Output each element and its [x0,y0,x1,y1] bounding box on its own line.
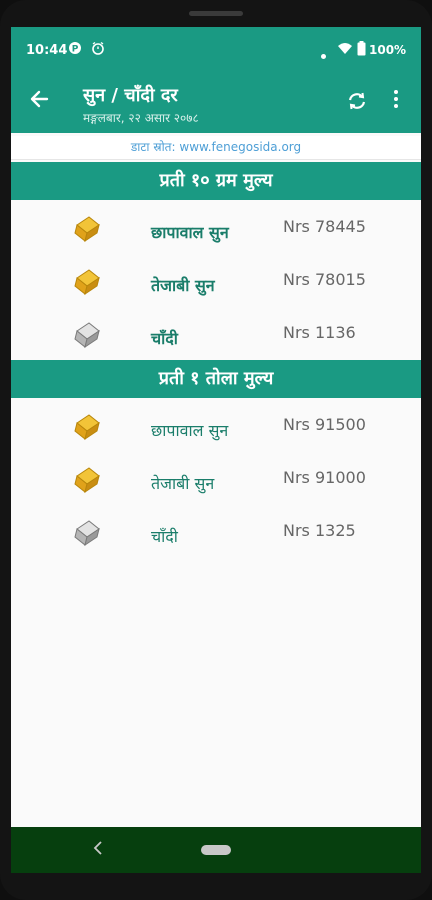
app-toolbar: सुन / चाँदी दर मङ्गलबार, २२ असार २०७८ [11,75,421,133]
refresh-icon[interactable] [347,91,367,116]
price-row: तेजाबी सुन Nrs 91000 [11,458,421,510]
gold-bar-icon [71,411,103,443]
row-item-name: छापावाल सुन [151,421,229,440]
row-item-price: Nrs 78445 [283,217,366,236]
back-arrow-icon[interactable] [28,88,54,114]
battery-icon [357,41,366,59]
dot-icon [321,48,326,62]
row-item-name: छापावाल सुन [151,223,229,242]
status-bar: 10:44 P 100% [11,27,421,75]
row-item-price: Nrs 1136 [283,323,356,342]
phone-frame: 10:44 P 100% सुन / चाँदी दर मङ्गलबार, २२… [0,0,432,900]
svg-text:P: P [72,45,79,55]
row-item-price: Nrs 1325 [283,521,356,540]
screen: 10:44 P 100% सुन / चाँदी दर मङ्गलबार, २२… [11,27,421,873]
section-header-10-gram: प्रती १० ग्रम मुल्य [11,162,421,200]
gold-bar-icon [71,266,103,298]
row-item-name: तेजाबी सुन [151,276,215,295]
silver-bar-icon [71,319,103,351]
battery-percent: 100% [369,43,407,57]
speaker [189,11,243,16]
alarm-icon [91,41,105,58]
system-nav-bar [11,827,421,873]
row-item-name: चाँदी [151,527,178,546]
row-item-name: तेजाबी सुन [151,474,215,493]
row-item-price: Nrs 78015 [283,270,366,289]
nav-home-pill[interactable] [201,845,231,855]
gold-bar-icon [71,213,103,245]
status-time: 10:44 [26,43,68,58]
section-header-1-tola: प्रती १ तोला मुल्य [11,360,421,398]
price-row: तेजाबी सुन Nrs 78015 [11,260,421,312]
row-item-price: Nrs 91500 [283,415,366,434]
row-item-price: Nrs 91000 [283,468,366,487]
wifi-icon [337,41,353,58]
page-subtitle: मङ्गलबार, २२ असार २०७८ [83,111,199,125]
data-source-bar: डाटा स्रोत: www.fenegosida.org [11,136,421,160]
price-row: छापावाल सुन Nrs 78445 [11,207,421,259]
price-row: चाँदी Nrs 1325 [11,511,421,563]
p-icon: P [68,41,82,58]
silver-bar-icon [71,517,103,549]
more-options-icon[interactable] [393,89,399,114]
price-row: छापावाल सुन Nrs 91500 [11,405,421,457]
price-row: चाँदी Nrs 1136 [11,313,421,365]
row-item-name: चाँदी [151,329,178,348]
gold-bar-icon [71,464,103,496]
data-source-link[interactable]: डाटा स्रोत: www.fenegosida.org [11,136,421,159]
nav-back-icon[interactable] [93,839,103,860]
page-title: सुन / चाँदी दर [83,85,178,106]
